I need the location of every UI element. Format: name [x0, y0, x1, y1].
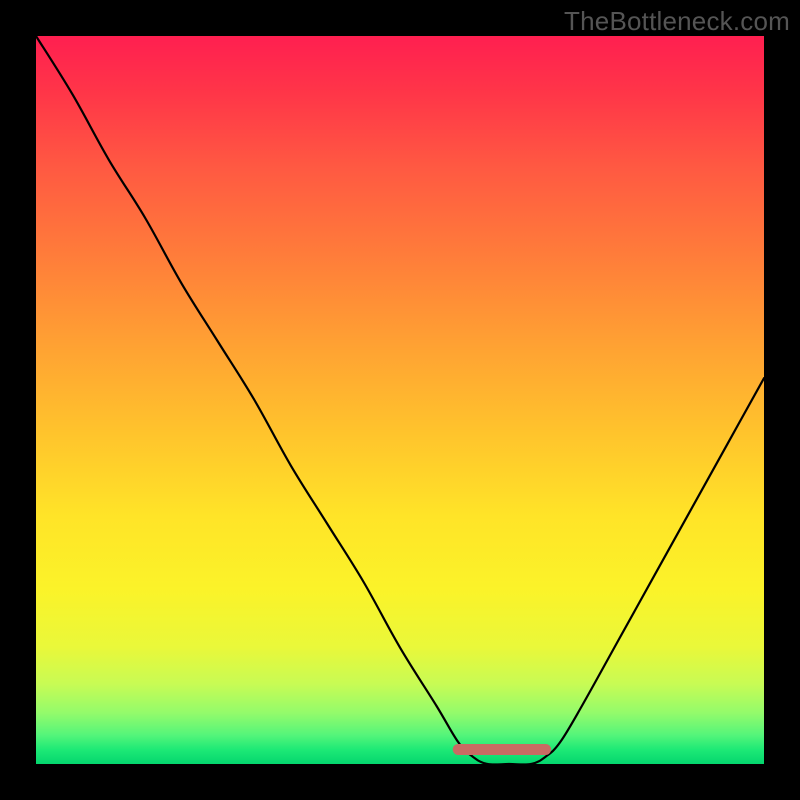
bottleneck-chart-svg: [36, 36, 764, 764]
plot-area: [36, 36, 764, 764]
bottleneck-curve-path: [36, 36, 764, 764]
chart-frame: TheBottleneck.com: [0, 0, 800, 800]
watermark-text: TheBottleneck.com: [564, 6, 790, 37]
